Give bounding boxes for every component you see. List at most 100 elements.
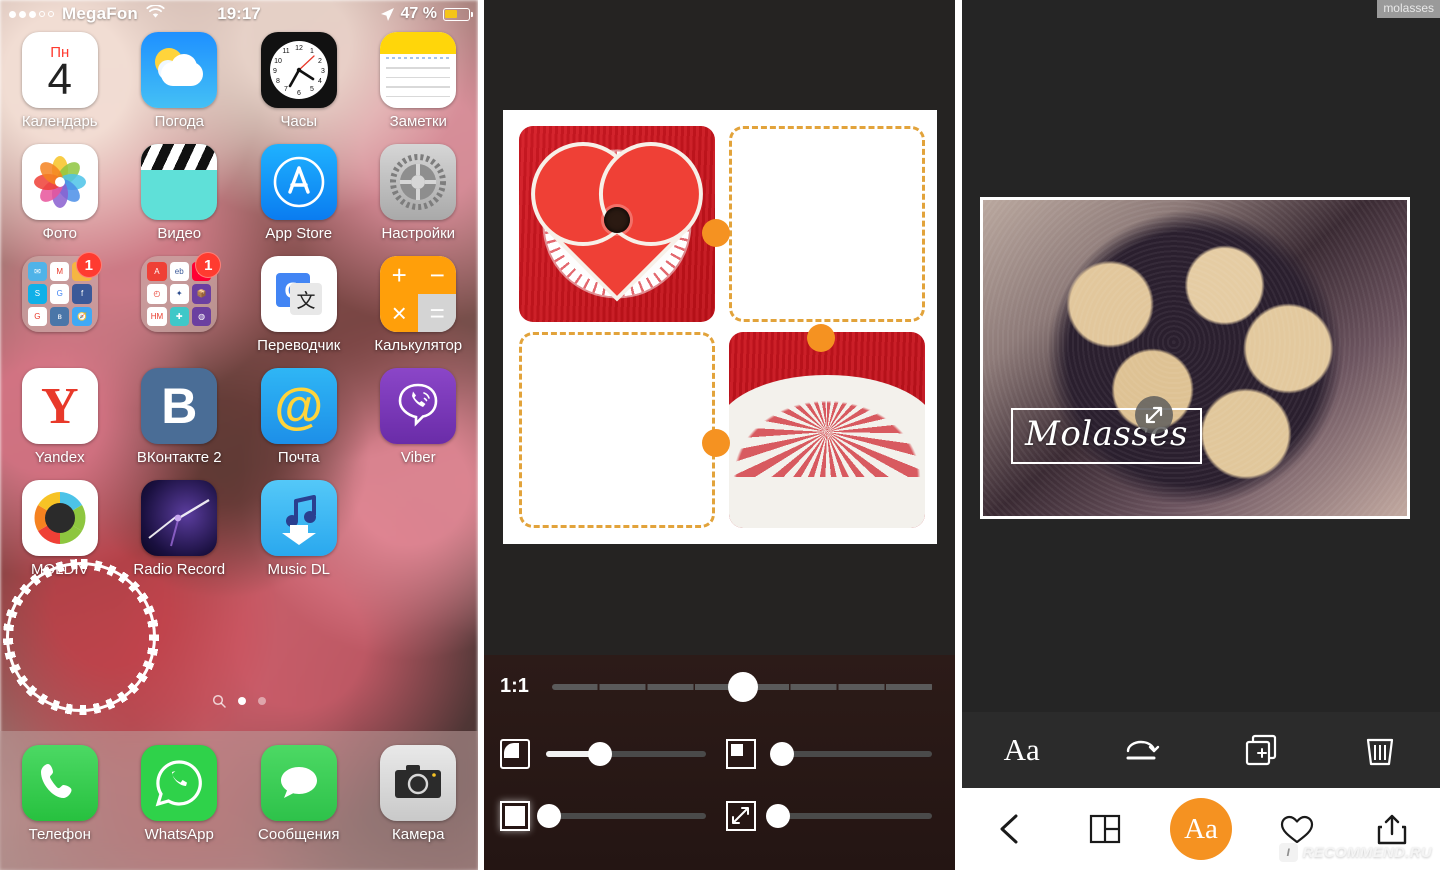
app-vkontakte[interactable]: B ВКонтакте 2 bbox=[120, 368, 240, 466]
layout-button[interactable] bbox=[1058, 812, 1154, 846]
share-button[interactable] bbox=[1344, 812, 1440, 846]
calc-key: = bbox=[418, 294, 457, 332]
collage-slot-bottom-right[interactable] bbox=[729, 332, 925, 528]
app-label: Калькулятор bbox=[374, 337, 463, 354]
corner-radius-track[interactable] bbox=[546, 742, 706, 766]
text-tool-button[interactable]: Aa bbox=[1153, 798, 1249, 860]
inner-border-icon[interactable] bbox=[726, 739, 756, 769]
inner-border-track[interactable] bbox=[769, 742, 932, 766]
app-folder-shopping[interactable]: 1 AebЮ ◴✦📦 HM✚◍ bbox=[120, 252, 240, 354]
app-label: Погода bbox=[154, 113, 204, 130]
collage-drag-handle[interactable] bbox=[807, 324, 835, 352]
calc-key: + bbox=[380, 256, 419, 294]
photo-canvas[interactable]: Molasses bbox=[980, 197, 1410, 519]
inner-border-slider-row bbox=[726, 739, 932, 769]
corner-radius-icon[interactable] bbox=[500, 739, 530, 769]
app-moldiv[interactable]: MOLDIV bbox=[0, 480, 120, 578]
corner-radius-knob[interactable] bbox=[588, 742, 613, 766]
app-app-store[interactable]: App Store bbox=[239, 144, 359, 242]
scale-knob[interactable] bbox=[766, 804, 791, 828]
app-yandex[interactable]: Y Yandex bbox=[0, 368, 120, 466]
app-videos[interactable]: Видео bbox=[120, 144, 240, 242]
outer-border-track[interactable] bbox=[537, 804, 706, 828]
page-dot[interactable] bbox=[258, 697, 266, 705]
app-row: Y Yandex B ВКонтакте 2 @ Почта Viber bbox=[0, 368, 478, 466]
app-label: App Store bbox=[265, 225, 333, 242]
flip-rotate-button[interactable] bbox=[1082, 735, 1202, 765]
svg-text:6: 6 bbox=[297, 90, 301, 97]
dock-app-messages[interactable]: Сообщения bbox=[239, 745, 359, 843]
app-label: Yandex bbox=[34, 449, 85, 466]
clock-icon: 12 1 2 3 45 6 78 9 10 11 bbox=[260, 32, 337, 108]
app-label: WhatsApp bbox=[144, 826, 214, 843]
text-style-icon: Aa bbox=[1003, 732, 1040, 767]
collage-drag-handle[interactable] bbox=[702, 219, 730, 247]
text-style-button[interactable]: Aa bbox=[962, 732, 1082, 768]
scale-track[interactable] bbox=[766, 804, 932, 828]
search-icon[interactable] bbox=[212, 694, 226, 708]
heart-cookie-photo bbox=[519, 126, 715, 322]
app-label: Заметки bbox=[389, 113, 447, 130]
app-viber[interactable]: Viber bbox=[359, 368, 479, 466]
app-photos[interactable]: Фото bbox=[0, 144, 120, 242]
app-mail[interactable]: @ Почта bbox=[239, 368, 359, 466]
favorite-button[interactable] bbox=[1249, 813, 1345, 845]
app-weather[interactable]: Погода bbox=[120, 32, 240, 130]
clock-label: 19:17 bbox=[217, 4, 261, 23]
resize-diagonal-icon[interactable] bbox=[1135, 396, 1173, 434]
notes-icon bbox=[380, 32, 457, 108]
scale-icon[interactable] bbox=[726, 801, 756, 831]
collage-drag-handle[interactable] bbox=[702, 429, 730, 457]
settings-icon bbox=[380, 144, 457, 220]
app-label: Настройки bbox=[381, 225, 456, 242]
app-calculator[interactable]: + − × = Калькулятор bbox=[359, 256, 479, 354]
app-settings[interactable]: Настройки bbox=[359, 144, 479, 242]
text-edit-toolbar: Aa bbox=[962, 712, 1440, 788]
status-bar: MegaFon 19:17 47 % bbox=[0, 0, 478, 28]
duplicate-button[interactable] bbox=[1201, 732, 1321, 768]
mail-ru-icon: @ bbox=[260, 368, 337, 444]
collage-slot-top-right[interactable] bbox=[729, 126, 925, 322]
ratio-slider-track[interactable] bbox=[552, 671, 934, 702]
heart-icon bbox=[1280, 815, 1313, 844]
app-label: Телефон bbox=[28, 826, 91, 843]
music-dl-icon bbox=[260, 480, 337, 556]
page-dot[interactable] bbox=[238, 697, 246, 705]
dock-app-phone[interactable]: Телефон bbox=[0, 745, 120, 843]
collage-canvas[interactable] bbox=[503, 110, 937, 544]
app-calendar[interactable]: Пн 4 Календарь bbox=[0, 32, 120, 130]
outer-border-icon[interactable] bbox=[500, 801, 530, 831]
text-overlay-box[interactable]: Molasses bbox=[1011, 408, 1202, 464]
ratio-slider-knob[interactable] bbox=[728, 671, 758, 702]
watermark-top: molasses bbox=[1377, 0, 1440, 18]
vk-glyph: B bbox=[161, 378, 198, 434]
moldiv-icon bbox=[21, 480, 98, 556]
app-notes[interactable]: Заметки bbox=[359, 32, 479, 130]
google-translate-icon: G 文 bbox=[260, 256, 337, 332]
screenshot-root: MegaFon 19:17 47 % Пн 4 Календарь Погода… bbox=[0, 0, 1440, 870]
svg-text:1: 1 bbox=[310, 48, 314, 55]
app-label: Видео bbox=[157, 225, 202, 242]
collage-slot-bottom-left[interactable] bbox=[519, 332, 715, 528]
share-icon bbox=[1377, 814, 1407, 845]
delete-button[interactable] bbox=[1321, 732, 1440, 768]
svg-text:5: 5 bbox=[310, 86, 314, 93]
app-label: Radio Record bbox=[133, 561, 226, 578]
app-store-icon bbox=[260, 144, 337, 220]
heart-hole bbox=[604, 207, 630, 234]
app-radio-record[interactable]: Radio Record bbox=[120, 480, 240, 578]
back-button[interactable] bbox=[962, 812, 1058, 846]
app-clock[interactable]: 12 1 2 3 45 6 78 9 10 11 Часы bbox=[239, 32, 359, 130]
inner-border-knob[interactable] bbox=[769, 742, 794, 766]
collage-slot-top-left[interactable] bbox=[519, 126, 715, 322]
app-folder-social[interactable]: 1 ✉M✉ SGf Gв🧭 bbox=[0, 252, 120, 354]
app-row: MOLDIV Radio Record Music DL bbox=[0, 480, 478, 578]
dock-app-whatsapp[interactable]: WhatsApp bbox=[120, 745, 240, 843]
dock-app-camera[interactable]: Камера bbox=[359, 745, 479, 843]
app-music-dl[interactable]: Music DL bbox=[239, 480, 359, 578]
badge-count: 1 bbox=[75, 252, 102, 278]
outer-border-knob[interactable] bbox=[537, 804, 562, 828]
svg-text:12: 12 bbox=[295, 45, 303, 52]
signal-strength-icon bbox=[9, 10, 54, 18]
app-translate[interactable]: G 文 Переводчик bbox=[239, 256, 359, 354]
